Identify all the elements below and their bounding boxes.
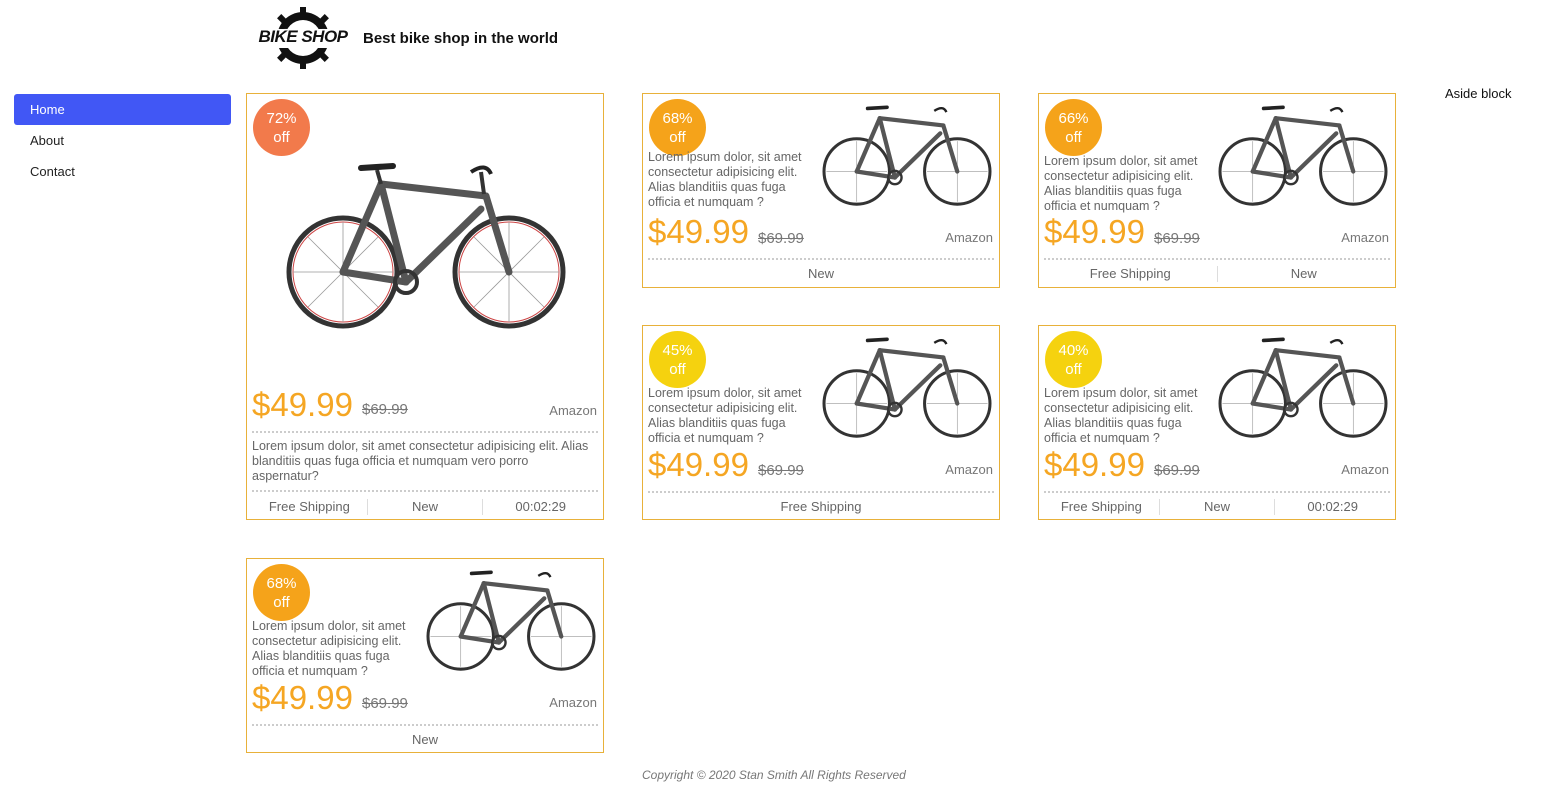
divider bbox=[252, 490, 598, 492]
price: $49.99 bbox=[252, 679, 353, 716]
product-description: Lorem ipsum dolor, sit amet consectetur … bbox=[252, 619, 406, 678]
old-price: $69.99 bbox=[1154, 462, 1200, 479]
discount-off: off bbox=[1065, 128, 1082, 146]
discount-off: off bbox=[273, 593, 290, 611]
divider bbox=[252, 724, 598, 726]
discount-percent: 68% bbox=[662, 109, 693, 127]
discount-off: off bbox=[273, 128, 290, 146]
product-card[interactable]: 72% off $49.99 $69.99 Amazon Lorem ipsum… bbox=[246, 93, 604, 520]
tag-row: Free Shipping New 00:02:29 bbox=[1044, 499, 1390, 515]
discount-off: off bbox=[669, 360, 686, 378]
discount-badge: 45% off bbox=[649, 331, 706, 388]
tag-new: New bbox=[411, 732, 438, 747]
tag-row: Free Shipping New 00:02:29 bbox=[252, 499, 598, 515]
price: $49.99 bbox=[252, 386, 353, 423]
discount-off: off bbox=[669, 128, 686, 146]
product-description: Lorem ipsum dolor, sit amet consectetur … bbox=[1044, 154, 1198, 213]
bike-image bbox=[1218, 105, 1388, 206]
price: $49.99 bbox=[1044, 213, 1145, 250]
nav-item-contact[interactable]: Contact bbox=[14, 156, 231, 187]
store-name: Amazon bbox=[945, 462, 993, 477]
tag-free-shipping: Free Shipping bbox=[268, 499, 350, 514]
discount-percent: 72% bbox=[266, 109, 297, 127]
tag-row: New bbox=[648, 266, 994, 282]
discount-percent: 68% bbox=[266, 574, 297, 592]
copyright-text: Copyright © 2020 Stan Smith All Rights R… bbox=[642, 768, 906, 782]
old-price: $69.99 bbox=[1154, 230, 1200, 247]
tag-free-shipping: Free Shipping bbox=[1089, 266, 1171, 281]
tag-new: New bbox=[807, 266, 834, 281]
bike-image bbox=[426, 570, 596, 671]
discount-percent: 66% bbox=[1058, 109, 1089, 127]
store-name: Amazon bbox=[945, 230, 993, 245]
old-price: $69.99 bbox=[362, 401, 408, 418]
tag-free-shipping: Free Shipping bbox=[1060, 499, 1142, 514]
store-name: Amazon bbox=[549, 695, 597, 710]
discount-badge: 66% off bbox=[1045, 99, 1102, 156]
discount-badge: 40% off bbox=[1045, 331, 1102, 388]
divider bbox=[648, 491, 994, 493]
site-tagline: Best bike shop in the world bbox=[363, 29, 559, 47]
product-description: Lorem ipsum dolor, sit amet consectetur … bbox=[252, 439, 589, 483]
nav-item-about[interactable]: About bbox=[14, 125, 231, 156]
logo[interactable]: BIKE SHOP bbox=[258, 5, 348, 71]
bike-image bbox=[286, 163, 566, 329]
product-card[interactable]: 66% off Lorem ipsum dolor, sit amet cons bbox=[1038, 93, 1396, 288]
price: $49.99 bbox=[648, 213, 749, 250]
store-name: Amazon bbox=[1341, 230, 1389, 245]
old-price: $69.99 bbox=[362, 695, 408, 712]
sidebar-nav: Home About Contact bbox=[14, 94, 231, 187]
logo-text: BIKE SHOP bbox=[258, 27, 348, 46]
discount-off: off bbox=[1065, 360, 1082, 378]
tag-new: New bbox=[1216, 266, 1391, 282]
price: $49.99 bbox=[1044, 446, 1145, 483]
divider bbox=[1044, 258, 1390, 260]
aside-block: Aside block bbox=[1445, 86, 1512, 101]
tag-row: New bbox=[252, 732, 598, 748]
discount-badge: 68% off bbox=[253, 564, 310, 621]
bike-image bbox=[822, 105, 992, 206]
price: $49.99 bbox=[648, 446, 749, 483]
tag-new: New bbox=[1158, 499, 1275, 515]
tag-row: Free Shipping New bbox=[1044, 266, 1390, 282]
tag-row: Free Shipping bbox=[648, 499, 994, 515]
product-card[interactable]: 68% off Lorem ipsum dolor, sit amet cons bbox=[642, 93, 1000, 288]
bike-image bbox=[822, 337, 992, 438]
old-price: $69.99 bbox=[758, 230, 804, 247]
divider bbox=[1044, 491, 1390, 493]
product-description: Lorem ipsum dolor, sit amet consectetur … bbox=[648, 150, 802, 209]
product-card[interactable]: 45% off Lorem ipsum dolor, sit amet cons bbox=[642, 325, 1000, 520]
discount-badge: 72% off bbox=[253, 99, 310, 156]
product-card[interactable]: 68% off Lorem ipsum dolor, sit amet cons bbox=[246, 558, 604, 753]
store-name: Amazon bbox=[1341, 462, 1389, 477]
discount-percent: 40% bbox=[1058, 341, 1089, 359]
old-price: $69.99 bbox=[758, 462, 804, 479]
discount-percent: 45% bbox=[662, 341, 693, 359]
tag-timer: 00:02:29 bbox=[1274, 499, 1390, 515]
tag-new: New bbox=[366, 499, 483, 515]
tag-timer: 00:02:29 bbox=[482, 499, 598, 515]
divider bbox=[252, 431, 598, 433]
tag-free-shipping: Free Shipping bbox=[780, 499, 862, 514]
product-card[interactable]: 40% off Lorem ipsum dolor, sit amet cons bbox=[1038, 325, 1396, 520]
store-name: Amazon bbox=[549, 403, 597, 418]
discount-badge: 68% off bbox=[649, 99, 706, 156]
divider bbox=[648, 258, 994, 260]
product-description: Lorem ipsum dolor, sit amet consectetur … bbox=[1044, 386, 1198, 445]
site-header: BIKE SHOP Best bike shop in the world bbox=[258, 5, 558, 71]
product-description: Lorem ipsum dolor, sit amet consectetur … bbox=[648, 386, 802, 445]
nav-item-home[interactable]: Home bbox=[14, 94, 231, 125]
bike-image bbox=[1218, 337, 1388, 438]
